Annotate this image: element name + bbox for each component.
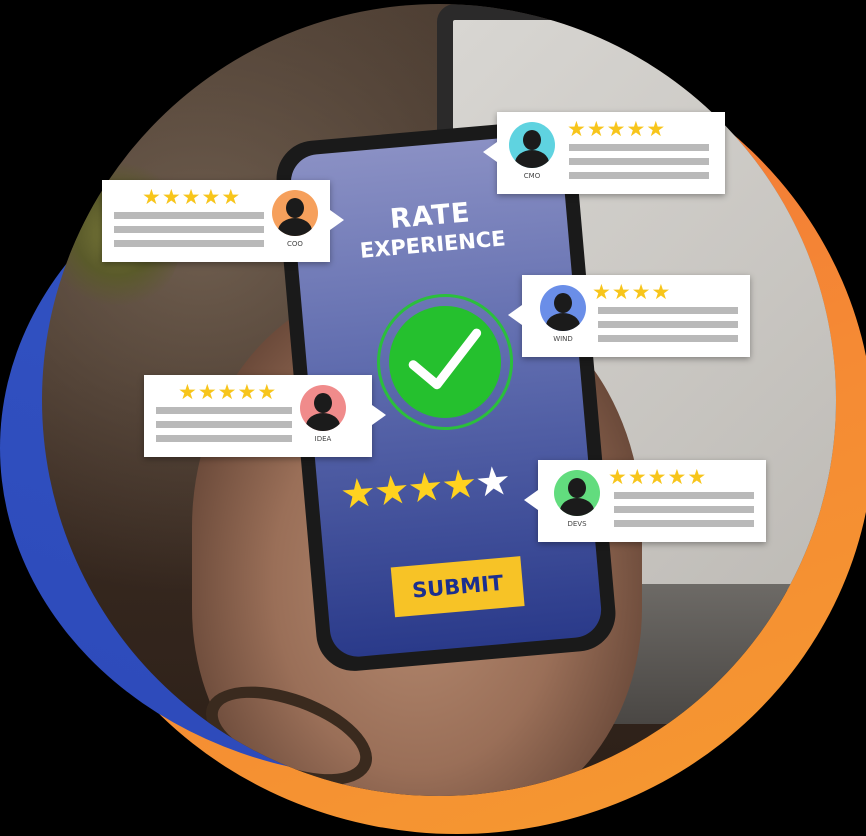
review-text-placeholder — [598, 307, 738, 314]
reviewer-name: WIND — [553, 335, 573, 343]
star-icon: ★ — [592, 280, 611, 304]
checkmark-icon — [384, 301, 506, 423]
review-text-placeholder — [156, 421, 292, 428]
review-stars: ★★★★★ — [178, 381, 277, 403]
star-empty-icon[interactable]: ★ — [473, 458, 513, 507]
submit-button[interactable]: SUBMIT — [390, 556, 525, 618]
star-icon: ★ — [142, 185, 161, 209]
star-icon: ★ — [611, 280, 631, 304]
review-text-placeholder — [614, 506, 754, 513]
review-card: COO ★★★★★ — [102, 180, 344, 262]
review-stars: ★★★★★ — [608, 466, 707, 488]
star-icon: ★ — [646, 117, 666, 141]
review-stars: ★★★★★ — [567, 118, 666, 140]
reviewer-name: CMO — [523, 172, 541, 180]
star-icon: ★ — [567, 117, 586, 141]
star-icon: ★ — [608, 465, 627, 489]
star-icon: ★ — [687, 465, 707, 489]
review-card: IDEA ★★★★★ — [144, 375, 386, 457]
user-avatar-icon — [540, 285, 586, 331]
star-icon: ★ — [651, 280, 671, 304]
star-icon: ★ — [181, 185, 201, 209]
review-text-placeholder — [569, 172, 709, 179]
star-icon: ★ — [647, 465, 667, 489]
star-icon: ★ — [257, 380, 277, 404]
star-icon: ★ — [631, 280, 651, 304]
review-text-placeholder — [569, 144, 709, 151]
star-icon: ★ — [217, 380, 237, 404]
review-stars: ★★★★ — [592, 281, 671, 303]
user-avatar-icon — [300, 385, 346, 431]
star-icon: ★ — [197, 380, 217, 404]
user-avatar-icon — [272, 190, 318, 236]
review-card: CMO ★★★★★ — [483, 112, 725, 194]
review-text-placeholder — [156, 435, 292, 442]
review-text-placeholder — [114, 240, 264, 247]
card-tail — [330, 210, 344, 230]
star-icon: ★ — [201, 185, 221, 209]
card-tail — [508, 305, 522, 325]
review-text-placeholder — [614, 520, 754, 527]
reviewer-name: DEVS — [567, 520, 587, 528]
star-icon: ★ — [626, 117, 646, 141]
star-icon: ★ — [161, 185, 181, 209]
success-check-ring — [371, 288, 519, 436]
review-text-placeholder — [114, 226, 264, 233]
review-text-placeholder — [614, 492, 754, 499]
user-avatar-icon — [554, 470, 600, 516]
star-icon: ★ — [667, 465, 687, 489]
reviewer-name: IDEA — [314, 435, 332, 443]
card-tail — [524, 490, 538, 510]
star-icon: ★ — [221, 185, 241, 209]
review-text-placeholder — [114, 212, 264, 219]
star-icon: ★ — [237, 380, 257, 404]
review-text-placeholder — [156, 407, 292, 414]
review-card: WIND ★★★★ — [508, 275, 750, 357]
promo-illustration: RATE EXPERIENCE ★★★★★ SUBMIT COO ★★★★★ CM… — [0, 0, 866, 836]
card-tail — [483, 142, 497, 162]
review-text-placeholder — [598, 321, 738, 328]
reviewer-name: COO — [287, 240, 303, 248]
star-icon: ★ — [586, 117, 606, 141]
star-icon: ★ — [606, 117, 626, 141]
review-stars: ★★★★★ — [142, 186, 241, 208]
review-card: DEVS ★★★★★ — [524, 460, 766, 542]
star-icon: ★ — [178, 380, 197, 404]
star-icon: ★ — [627, 465, 647, 489]
review-text-placeholder — [598, 335, 738, 342]
user-avatar-icon — [509, 122, 555, 168]
review-text-placeholder — [569, 158, 709, 165]
card-tail — [372, 405, 386, 425]
